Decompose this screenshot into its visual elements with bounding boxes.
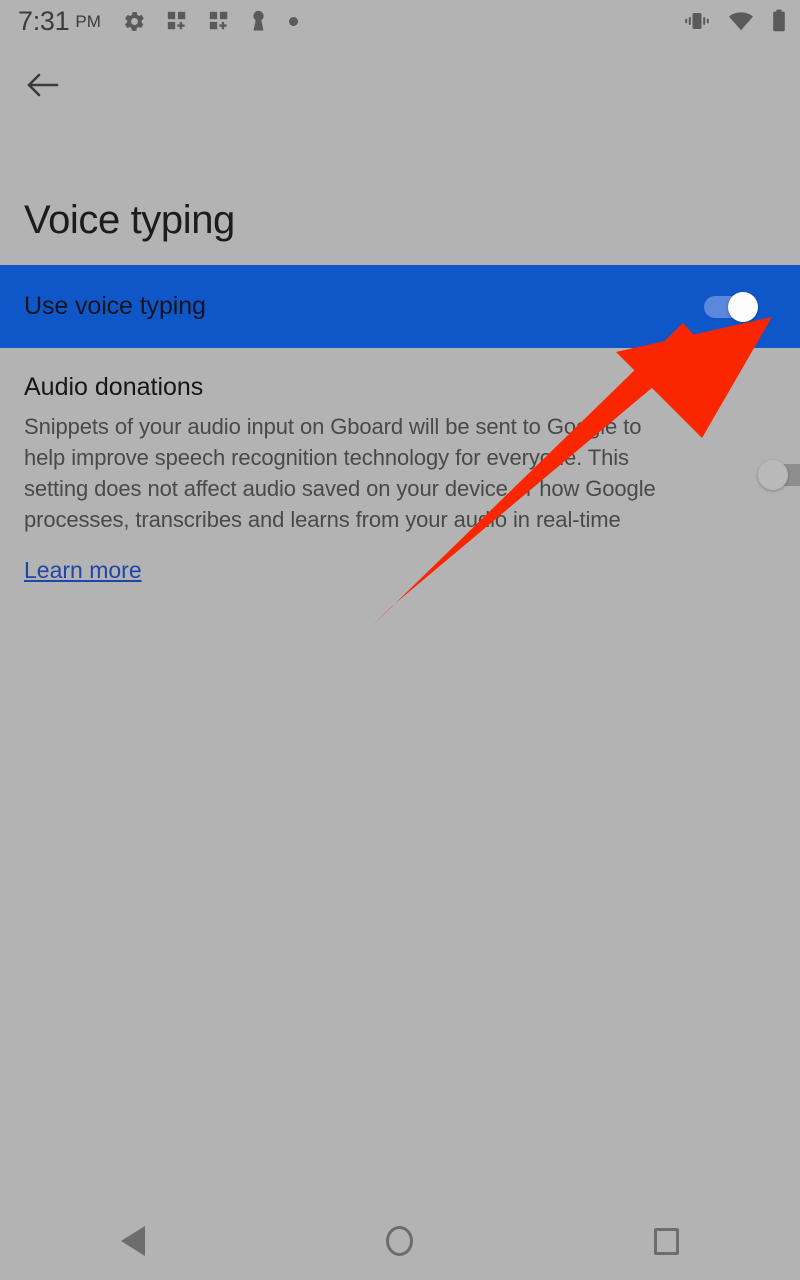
audio-donations-text-block: Audio donations Snippets of your audio i…	[24, 372, 658, 535]
use-voice-typing-row[interactable]: Use voice typing	[0, 265, 800, 348]
vibrate-icon	[684, 10, 710, 32]
toggle-thumb	[758, 460, 788, 490]
voice-typing-toggle[interactable]	[704, 291, 758, 322]
use-voice-typing-label: Use voice typing	[24, 292, 206, 320]
status-bar-right	[684, 9, 786, 33]
back-nav-button[interactable]	[73, 1202, 193, 1280]
system-navigation-bar	[0, 1202, 800, 1280]
triangle-icon	[121, 1226, 146, 1256]
audio-donations-toggle-wrapper	[758, 372, 800, 490]
learn-more-link[interactable]: Learn more	[24, 557, 142, 584]
status-clock-time: 7:31	[18, 5, 70, 36]
wifi-icon	[728, 11, 754, 31]
toggle-thumb	[728, 291, 758, 322]
dot-icon	[288, 16, 298, 26]
back-button[interactable]	[18, 60, 68, 110]
audio-donations-description: Snippets of your audio input on Gboard w…	[24, 414, 656, 533]
battery-icon	[772, 9, 786, 33]
status-clock-ampm: PM	[75, 11, 101, 31]
circle-icon	[386, 1226, 414, 1256]
gear-icon	[123, 10, 146, 33]
add-widget-icon	[166, 10, 188, 32]
keyhole-icon	[250, 9, 267, 33]
add-widget-icon	[208, 10, 230, 32]
page-title: Voice typing	[24, 198, 235, 242]
status-bar: 7:31 PM	[0, 0, 800, 42]
audio-donations-title: Audio donations	[24, 373, 204, 401]
phone-screen: 7:31 PM Voice typing Use voice typing Au…	[0, 0, 800, 1280]
audio-donations-section: Audio donations Snippets of your audio i…	[0, 372, 800, 584]
square-icon	[654, 1227, 680, 1255]
status-bar-left: 7:31 PM	[18, 5, 298, 36]
audio-donations-row: Audio donations Snippets of your audio i…	[24, 372, 800, 535]
home-nav-button[interactable]	[340, 1202, 460, 1280]
back-arrow-icon	[27, 73, 59, 97]
annotation-arrow-icon	[371, 317, 772, 627]
recents-nav-button[interactable]	[607, 1202, 727, 1280]
